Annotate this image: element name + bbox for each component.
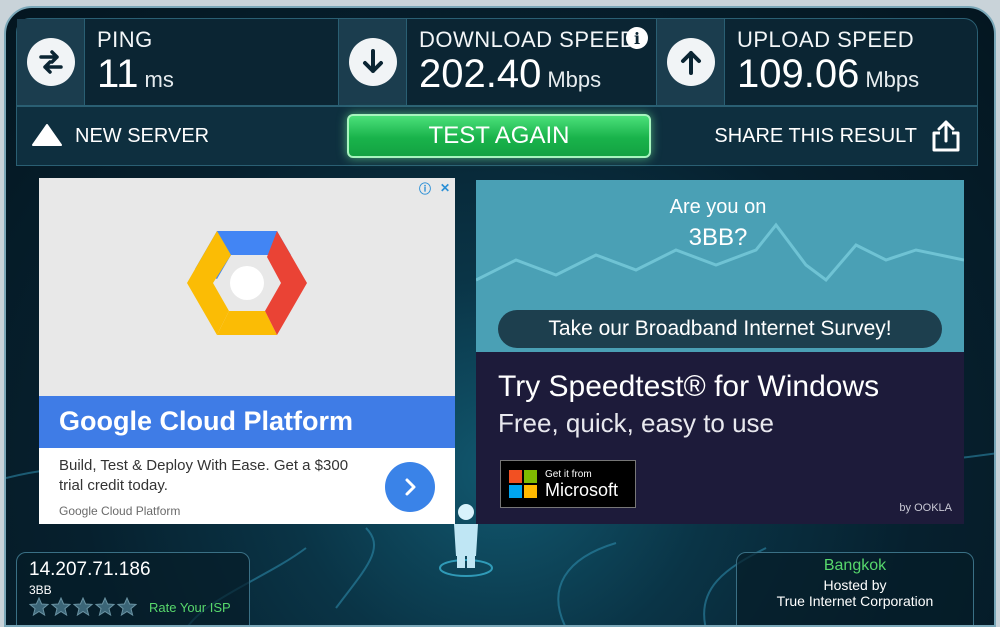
microsoft-store-badge[interactable]: Get it from Microsoft	[500, 460, 636, 508]
ping-stat: PING 11 ms	[17, 19, 339, 105]
new-server-label: NEW SERVER	[75, 124, 210, 147]
survey-line1: Are you on	[669, 196, 767, 218]
survey-button[interactable]: Take our Broadband Internet Survey!	[498, 310, 942, 348]
survey-ad[interactable]: Are you on 3BB? Take our Broadband Inter…	[476, 180, 964, 352]
server-info: Bangkok Hosted by True Internet Corporat…	[736, 552, 974, 625]
windows-ad-subtitle: Free, quick, easy to use	[498, 408, 775, 438]
hosted-by-label: Hosted by	[823, 577, 887, 593]
badge-big-text: Microsoft	[545, 479, 619, 500]
action-bar: NEW SERVER TEST AGAIN SHARE THIS RESULT	[16, 106, 978, 166]
ping-label: PING	[97, 27, 153, 52]
location-figure-icon	[454, 504, 478, 568]
share-icon	[932, 120, 960, 152]
download-label: DOWNLOAD SPEED	[419, 27, 637, 52]
ping-unit: ms	[144, 67, 174, 92]
speedtest-frame: PING 11ms DOWNLOAD SPEED 202.40Mbps i	[4, 6, 996, 627]
test-again-button[interactable]: TEST AGAIN	[347, 114, 651, 158]
ping-value: 11	[97, 52, 139, 96]
share-label: SHARE THIS RESULT	[714, 124, 917, 147]
server-city[interactable]: Bangkok	[737, 557, 973, 575]
upload-stat: UPLOAD SPEED 109.06 Mbps	[657, 19, 977, 105]
microsoft-logo-icon	[509, 470, 537, 498]
star-icon[interactable]	[29, 597, 49, 617]
ookla-ad[interactable]: Are you on 3BB? Take our Broadband Inter…	[476, 180, 964, 524]
info-icon[interactable]: i	[626, 27, 648, 49]
star-icon[interactable]	[51, 597, 71, 617]
ad-title: Google Cloud Platform	[39, 396, 455, 448]
download-unit: Mbps	[547, 67, 602, 92]
survey-line2: 3BB?	[688, 224, 748, 251]
badge-small-text: Get it from	[545, 468, 592, 480]
upload-value: 109.06	[737, 52, 860, 96]
client-ip: 14.207.71.186	[29, 559, 151, 580]
ad-description: Build, Test & Deploy With Ease. Get a $3…	[59, 457, 349, 494]
star-icon[interactable]	[73, 597, 93, 617]
results-bar: PING 11ms DOWNLOAD SPEED 202.40Mbps i	[16, 18, 978, 106]
client-isp: 3BB	[29, 583, 52, 597]
star-icon[interactable]	[117, 597, 137, 617]
download-value: 202.40	[419, 52, 542, 96]
windows-ad-title: Try Speedtest® for Windows	[498, 370, 880, 403]
share-result-button[interactable]: SHARE THIS RESULT	[714, 119, 961, 153]
server-host: True Internet Corporation	[776, 593, 934, 609]
download-arrow-icon	[348, 38, 397, 86]
star-icon[interactable]	[95, 597, 115, 617]
rating-stars[interactable]	[29, 597, 137, 617]
google-cloud-ad[interactable]: ⓘ ✕ Google Cloud Platform Build, Test & …	[39, 178, 455, 524]
windows-ad[interactable]: Try Speedtest® for Windows Free, quick, …	[476, 352, 964, 524]
triangle-icon	[32, 124, 62, 146]
client-info: 14.207.71.186 3BB Rate Your ISP	[16, 552, 250, 625]
ad-open-button[interactable]	[385, 462, 435, 512]
chevron-right-icon	[405, 478, 416, 496]
upload-label: UPLOAD SPEED	[737, 27, 915, 52]
download-stat: DOWNLOAD SPEED 202.40 Mbps i	[339, 19, 657, 105]
ad-source: Google Cloud Platform	[59, 504, 181, 518]
ookla-brand: by OOKLA	[899, 502, 952, 514]
ping-icon	[26, 38, 75, 86]
new-server-button[interactable]: NEW SERVER	[31, 123, 209, 149]
rate-isp-link[interactable]: Rate Your ISP	[149, 600, 231, 615]
upload-unit: Mbps	[865, 67, 920, 92]
google-cloud-logo	[187, 231, 307, 335]
upload-arrow-icon	[666, 38, 715, 86]
